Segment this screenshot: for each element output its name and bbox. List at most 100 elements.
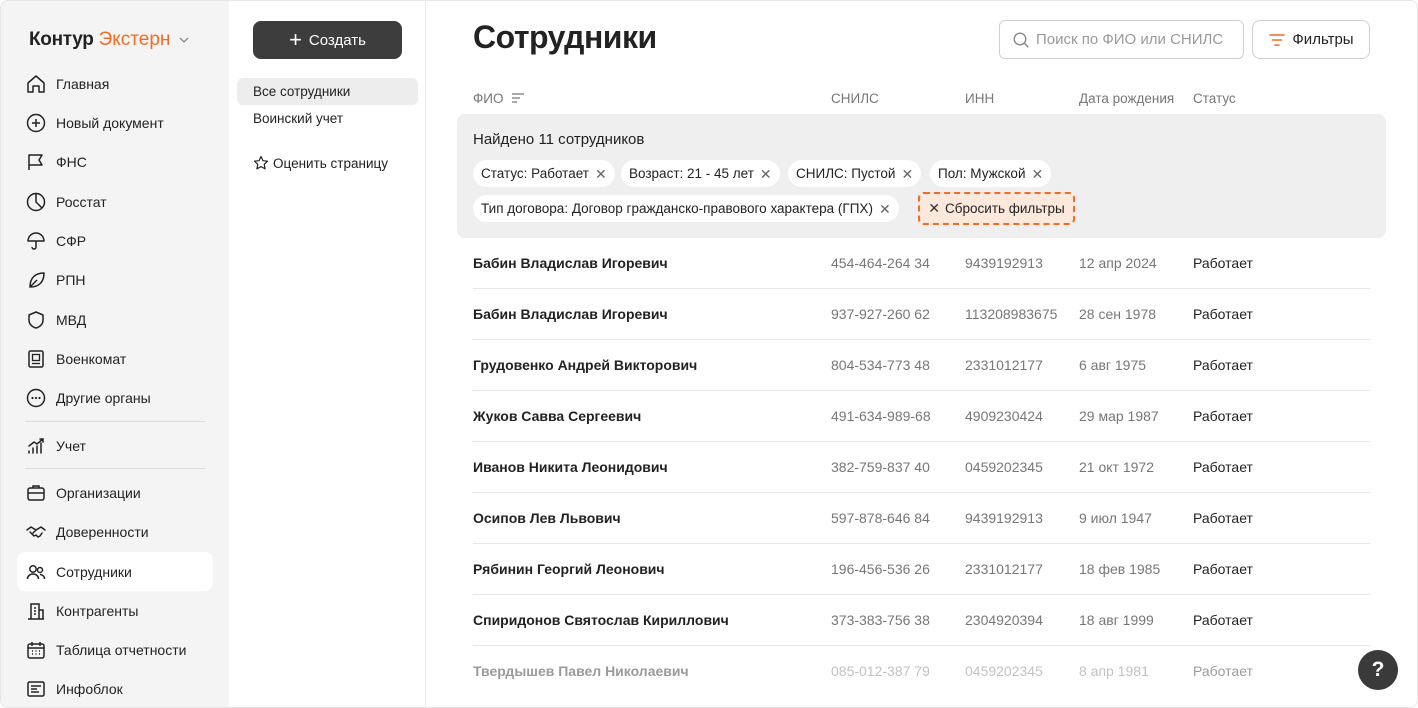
cell-name: Иванов Никита Леонидович: [473, 459, 668, 475]
column-header-snils[interactable]: СНИЛС: [831, 91, 879, 106]
cell-name: Жуков Савва Сергеевич: [473, 408, 642, 424]
news-icon: [27, 680, 45, 697]
sort-icon: [512, 93, 525, 103]
sidebar-item-infoblock[interactable]: Инфоблок: [17, 669, 213, 707]
calendar-icon: [27, 641, 45, 659]
table-row[interactable]: Твердышев Павел Николаевич 085-012-387 7…: [473, 646, 1370, 697]
cell-birth-date: 21 окт 1972: [1079, 459, 1154, 475]
sidebar-divider: [25, 421, 205, 422]
filter-chip-label: Тип договора: Договор гражданско-правово…: [481, 201, 873, 216]
chart-growth-icon: [28, 437, 44, 454]
more-circle-icon: [26, 388, 46, 407]
sidebar-item-label: Организации: [56, 484, 141, 501]
create-button-label: Создать: [308, 31, 366, 49]
cell-inn: 9439192913: [965, 255, 1043, 271]
sidebar-item-accounting[interactable]: Учет: [17, 426, 213, 465]
id-card-icon: [28, 349, 44, 368]
sidebar-item-label: МВД: [56, 311, 87, 328]
close-icon[interactable]: ✕: [879, 202, 891, 216]
filters-button-label: Фильтры: [1292, 31, 1354, 48]
sidebar-item-mvd[interactable]: МВД: [17, 300, 213, 339]
subnav-item-military-registration[interactable]: Воинский учет: [237, 105, 418, 132]
cell-snils: 454-464-264 34: [831, 255, 930, 271]
page-title: Сотрудники: [473, 19, 657, 55]
cell-status: Работает: [1193, 510, 1253, 526]
help-button[interactable]: ?: [1358, 650, 1398, 690]
column-header-status[interactable]: Статус: [1193, 91, 1236, 106]
sidebar-item-voenkomat[interactable]: Военкомат: [17, 339, 213, 378]
cell-birth-date: 29 мар 1987: [1079, 408, 1159, 424]
table-row[interactable]: Жуков Савва Сергеевич 491-634-989-68 490…: [473, 391, 1370, 442]
app-window: Контур Экстерн Главная Новый документ ФН…: [0, 0, 1418, 708]
search-input[interactable]: Поиск по ФИО или СНИЛС: [999, 20, 1244, 59]
reset-filters-button[interactable]: ✕ Сбросить фильтры: [918, 192, 1075, 225]
filter-chip-label: Статус: Работает: [481, 166, 589, 181]
sidebar-item-employees[interactable]: Сотрудники: [17, 552, 213, 591]
sidebar-item-home[interactable]: Главная: [17, 64, 213, 103]
sidebar-item-label: Таблица отчетности: [56, 641, 187, 658]
table-row[interactable]: Рябинин Георгий Леонович 196-456-536 26 …: [473, 544, 1370, 595]
close-icon[interactable]: ✕: [901, 167, 913, 181]
filter-chip-gender[interactable]: Пол: Мужской ✕: [930, 160, 1052, 187]
cell-inn: 2331012177: [965, 561, 1043, 577]
sidebar-item-label: Доверенности: [56, 523, 149, 540]
table-row[interactable]: Бабин Владислав Игоревич 454-464-264 34 …: [473, 238, 1370, 289]
create-button[interactable]: + Создать: [253, 21, 402, 59]
cell-name: Спиридонов Святослав Кириллович: [473, 612, 729, 628]
shield-icon: [28, 310, 44, 329]
sidebar-item-powers-of-attorney[interactable]: Доверенности: [17, 512, 213, 551]
column-header-inn[interactable]: ИНН: [965, 91, 994, 106]
cell-status: Работает: [1193, 612, 1253, 628]
sidebar-item-label: Главная: [56, 75, 110, 92]
cell-inn: 0459202345: [965, 459, 1043, 475]
filter-icon: [1269, 33, 1286, 46]
sidebar-item-report-table[interactable]: Таблица отчетности: [17, 630, 213, 669]
sidebar-item-organizations[interactable]: Организации: [17, 473, 213, 512]
sidebar-item-other-agencies[interactable]: Другие органы: [17, 378, 213, 417]
sidebar-item-counterparties[interactable]: Контрагенты: [17, 591, 213, 630]
subnav-item-label: Все сотрудники: [253, 84, 351, 99]
filter-chip-snils[interactable]: СНИЛС: Пустой ✕: [788, 160, 922, 187]
main-sidebar: Контур Экстерн Главная Новый документ ФН…: [1, 1, 229, 707]
chevron-down-icon: [179, 37, 189, 43]
briefcase-icon: [27, 484, 45, 501]
sidebar-item-sfr[interactable]: СФР: [17, 221, 213, 260]
subnav-item-all-employees[interactable]: Все сотрудники: [237, 78, 418, 105]
brand-part2: Экстерн: [98, 29, 171, 50]
table-row[interactable]: Иванов Никита Леонидович 382-759-837 40 …: [473, 442, 1370, 493]
sidebar-item-label: Инфоблок: [56, 680, 123, 697]
main-content: Сотрудники Поиск по ФИО или СНИЛС Фильтр…: [426, 1, 1417, 707]
table-row[interactable]: Спиридонов Святослав Кириллович 373-383-…: [473, 595, 1370, 646]
cell-birth-date: 12 апр 2024: [1079, 255, 1157, 271]
close-icon[interactable]: ✕: [760, 167, 772, 181]
filter-chip-status[interactable]: Статус: Работает ✕: [473, 160, 615, 187]
table-row[interactable]: Осипов Лев Львович 597-878-646 84 943919…: [473, 493, 1370, 544]
sidebar-item-label: Росстат: [56, 193, 107, 210]
handshake-icon: [26, 525, 46, 538]
table-row[interactable]: Грудовенко Андрей Викторович 804-534-773…: [473, 340, 1370, 391]
home-icon: [27, 74, 45, 93]
sidebar-item-rosstat[interactable]: Росстат: [17, 182, 213, 221]
cell-status: Работает: [1193, 459, 1253, 475]
filter-chip-contract-type[interactable]: Тип договора: Договор гражданско-правово…: [473, 195, 899, 222]
plus-icon: +: [289, 27, 302, 52]
column-header-birth-date[interactable]: Дата рождения: [1079, 91, 1174, 106]
column-header-name[interactable]: ФИО: [473, 91, 525, 106]
building-icon: [28, 602, 44, 620]
filters-button[interactable]: Фильтры: [1252, 20, 1370, 59]
cell-inn: 9439192913: [965, 510, 1043, 526]
cell-snils: 373-383-756 38: [831, 612, 930, 628]
search-icon: [1013, 31, 1029, 48]
cell-inn: 0459202345: [965, 663, 1043, 679]
rate-page-link[interactable]: Оценить страницу: [253, 155, 388, 171]
table-row[interactable]: Бабин Владислав Игоревич 937-927-260 62 …: [473, 289, 1370, 340]
sidebar-item-new-document[interactable]: Новый документ: [17, 103, 213, 142]
cell-name: Осипов Лев Львович: [473, 510, 621, 526]
sidebar-item-fns[interactable]: ФНС: [17, 142, 213, 181]
close-icon: ✕: [928, 200, 941, 216]
sidebar-item-rpn[interactable]: РПН: [17, 260, 213, 299]
product-switcher[interactable]: Контур Экстерн: [29, 29, 190, 51]
close-icon[interactable]: ✕: [595, 167, 607, 181]
close-icon[interactable]: ✕: [1031, 167, 1043, 181]
filter-chip-age[interactable]: Возраст: 21 - 45 лет ✕: [621, 160, 780, 187]
